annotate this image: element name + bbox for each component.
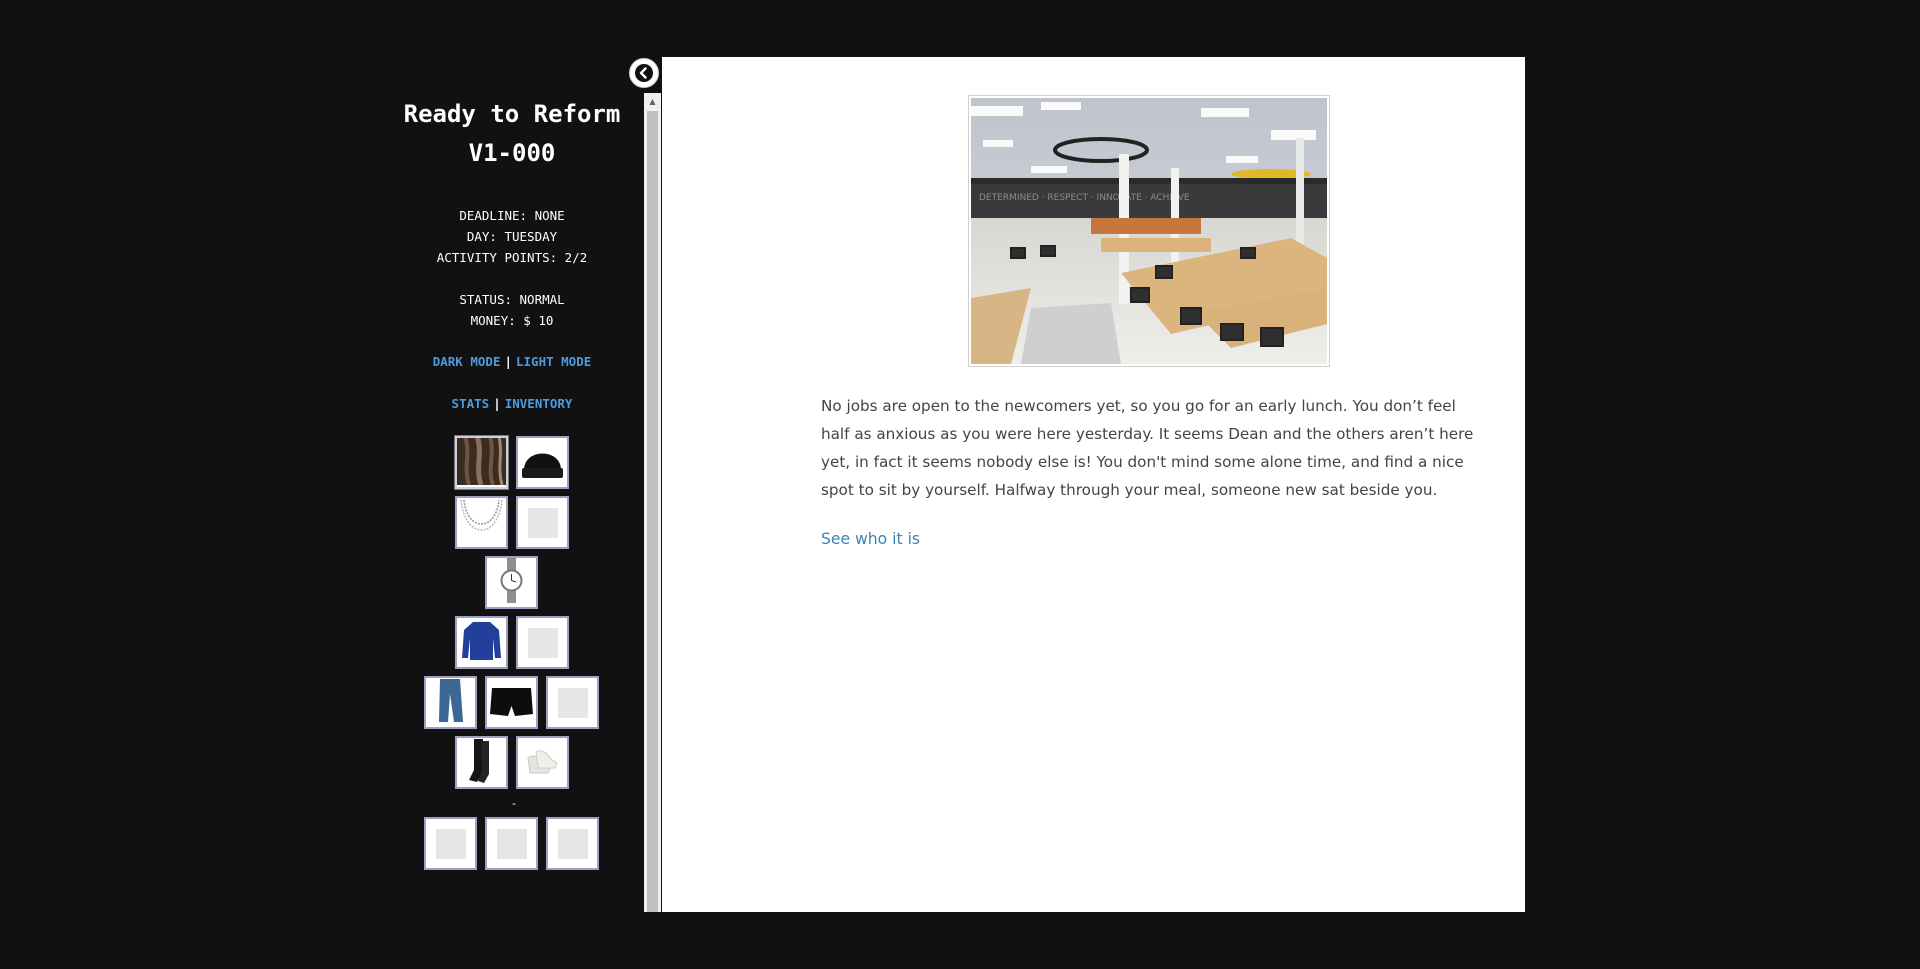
stats-link[interactable]: STATS [452,396,490,411]
hair-icon [457,438,506,487]
empty-slot-icon [435,828,466,859]
see-who-it-is-link[interactable]: See who it is [821,530,920,548]
socks-icon [457,738,506,787]
inventory-link[interactable]: INVENTORY [505,396,573,411]
outfit-slot-neck[interactable] [455,496,508,549]
light-mode-link[interactable]: LIGHT MODE [516,354,591,369]
empty-slot-icon [527,627,558,658]
sneakers-icon [518,738,567,787]
activity-points-text: ACTIVITY POINTS: 2/2 [436,250,588,265]
chevron-left-icon [635,64,653,82]
day-text: DAY: TUESDAY [466,229,558,244]
shorts-icon [487,678,536,727]
empty-slot-icon [557,687,588,718]
story-title-line1: Ready to Reform [403,100,621,128]
outfit-slot-head[interactable] [516,436,569,489]
outfit-slot-shoes[interactable] [516,736,569,789]
extra-slot[interactable] [424,817,477,870]
extra-slot[interactable] [546,817,599,870]
mode-links: DARK MODE | LIGHT MODE [390,351,634,372]
empty-slot-icon [527,507,558,538]
collapse-sidebar-button[interactable] [629,58,659,88]
empty-slot-icon [557,828,588,859]
info-block-status: STATUS: NORMAL MONEY: $ 10 [390,289,634,331]
story-title-line2: V1-000 [468,139,556,167]
outfit-slot-hair[interactable] [455,436,508,489]
outfit-slot-empty[interactable] [516,496,569,549]
sidebar-scrollbar[interactable]: ▲ [644,93,661,912]
tab-links: STATS | INVENTORY [390,393,634,414]
scroll-up-arrow-icon[interactable]: ▲ [644,93,661,110]
slot-divider: - [512,797,516,810]
extra-slot[interactable] [485,817,538,870]
deadline-text: DEADLINE: NONE [459,208,565,223]
cafeteria-image: DETERMINED · RESPECT · INNOVATE · ACHIEV… [968,95,1330,367]
tab-separator: | [493,396,501,411]
outfit-slot-wrist[interactable] [485,556,538,609]
empty-slot-icon [496,828,527,859]
outfit-slot-socks[interactable] [455,736,508,789]
jeans-icon [426,678,475,727]
watch-icon [487,558,536,607]
outfit-slot-empty[interactable] [546,676,599,729]
passage-panel: DETERMINED · RESPECT · INNOVATE · ACHIEV… [662,57,1525,912]
status-text: STATUS: NORMAL [459,292,565,307]
outfit-slot-underwear[interactable] [485,676,538,729]
sweater-icon [457,618,506,667]
outfit-slot-bottom[interactable] [424,676,477,729]
money-text: MONEY: $ 10 [470,313,554,328]
outfit-slot-top[interactable] [455,616,508,669]
info-block-time: DEADLINE: NONE DAY: TUESDAY ACTIVITY POI… [390,205,634,268]
mode-separator: | [504,354,512,369]
necklace-icon [457,498,506,547]
dark-mode-link[interactable]: DARK MODE [433,354,501,369]
scrollbar-thumb[interactable] [647,111,658,912]
story-title: Ready to Reform V1-000 [390,95,634,173]
outfit-slot-empty[interactable] [516,616,569,669]
beanie-icon [518,438,567,487]
svg-text:DETERMINED · RESPECT · INNOVAT: DETERMINED · RESPECT · INNOVATE · ACHIEV… [979,193,1190,203]
story-text: No jobs are open to the newcomers yet, s… [821,397,1474,499]
